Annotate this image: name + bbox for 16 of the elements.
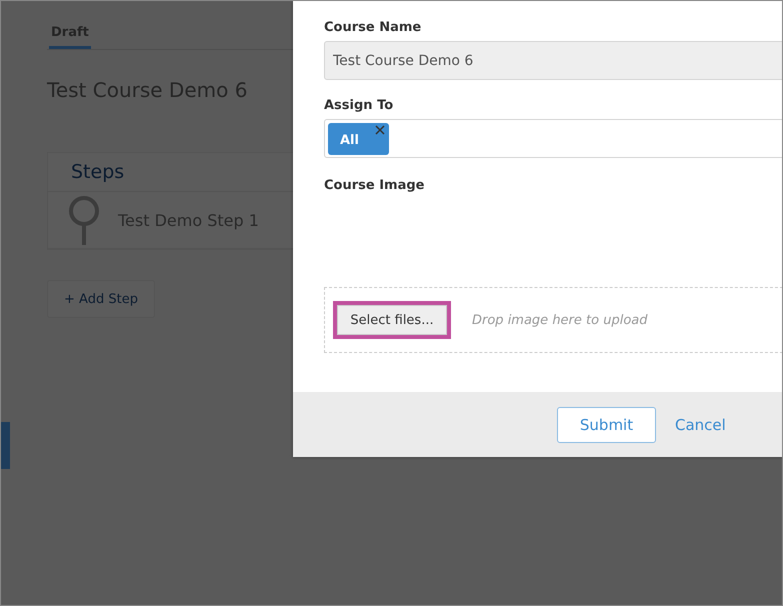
tag-label: All (340, 133, 359, 148)
side-accent (1, 422, 10, 469)
field-label: Assign To (324, 98, 394, 113)
field-label: Course Name (324, 20, 422, 35)
pin-icon (68, 195, 100, 245)
submit-button[interactable]: Submit (557, 406, 656, 442)
course-name-field[interactable]: Test Course Demo 6 (324, 41, 782, 80)
cancel-link[interactable]: Cancel (675, 416, 726, 434)
drop-zone[interactable]: Select files... Drop image here to upload (324, 287, 782, 353)
select-files-button[interactable]: Select files... (337, 305, 447, 335)
drop-hint: Drop image here to upload (472, 312, 648, 328)
remove-tag-icon[interactable] (374, 124, 386, 136)
add-step-button[interactable]: + Add Step (47, 280, 155, 318)
field-label: Course Image (324, 178, 426, 193)
assign-to-field[interactable]: All (324, 119, 782, 158)
steps-heading: Steps (70, 161, 126, 185)
